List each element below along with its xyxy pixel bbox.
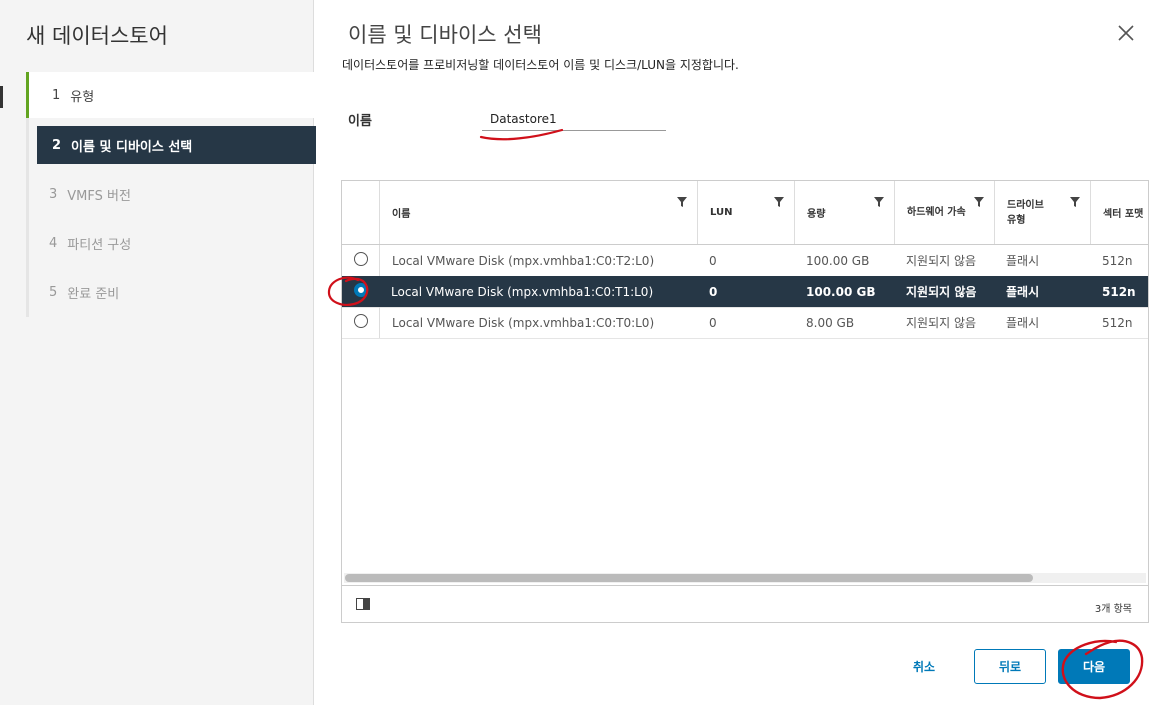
step-number: 4 <box>49 235 58 251</box>
page-description: 데이터스토어를 프로비저닝할 데이터스토어 이름 및 디스크/LUN을 지정합니… <box>342 58 739 72</box>
step-number: 1 <box>52 87 61 103</box>
step-label: 이름 및 디바이스 선택 <box>71 139 193 155</box>
step-label: 유형 <box>70 89 95 105</box>
cancel-button[interactable]: 취소 <box>889 649 959 684</box>
item-count: 3개 항목 <box>1094 604 1132 615</box>
horizontal-scrollbar[interactable] <box>344 573 1146 583</box>
cell-capacity: 100.00 GB <box>806 284 876 299</box>
column-label: 이름 <box>392 209 411 220</box>
window-edge-marker <box>0 86 3 108</box>
wizard-title: 새 데이터스토어 <box>26 24 168 48</box>
step-label: 완료 준비 <box>67 286 120 302</box>
column-capacity[interactable]: 용량 <box>794 181 894 244</box>
grid-footer: 3개 항목 <box>342 585 1148 624</box>
back-button[interactable]: 뒤로 <box>974 649 1046 684</box>
scrollbar-thumb[interactable] <box>345 574 1033 582</box>
device-grid: 이름 LUN 용량 하드웨어 가속 드라이브 유형 섹터 포맷 Local VM… <box>341 180 1149 623</box>
column-lun[interactable]: LUN <box>697 181 794 244</box>
step-vmfs-version: 3 VMFS 버전 <box>29 175 131 213</box>
step-number: 5 <box>49 284 58 300</box>
step-number: 3 <box>49 186 58 202</box>
cell-name: Local VMware Disk (mpx.vmhba1:C0:T0:L0) <box>379 307 697 338</box>
close-icon[interactable] <box>1115 22 1137 44</box>
row-radio-selected[interactable] <box>354 283 368 297</box>
step-label: 파티션 구성 <box>67 237 132 253</box>
step-number: 2 <box>52 137 62 153</box>
column-drive-type[interactable]: 드라이브 유형 <box>994 181 1090 244</box>
column-label: 드라이브 유형 <box>1007 199 1044 226</box>
name-label: 이름 <box>348 114 372 129</box>
cell-name: Local VMware Disk (mpx.vmhba1:C0:T2:L0) <box>379 245 697 276</box>
next-button[interactable]: 다음 <box>1058 649 1130 684</box>
page-title: 이름 및 디바이스 선택 <box>348 23 542 47</box>
filter-icon[interactable] <box>874 197 884 207</box>
table-row[interactable]: Local VMware Disk (mpx.vmhba1:C0:T2:L0) … <box>342 245 1148 277</box>
column-label: 섹터 포맷 <box>1103 209 1144 220</box>
cell-lun: 0 <box>709 253 717 268</box>
cell-hw-accel: 지원되지 않음 <box>906 316 977 330</box>
wizard-sidebar: 새 데이터스토어 1 유형 2 이름 및 디바이스 선택 3 VMFS 버전 4… <box>0 0 316 705</box>
cell-capacity: 100.00 GB <box>806 253 870 268</box>
column-sector-format[interactable]: 섹터 포맷 <box>1090 181 1150 244</box>
column-label: LUN <box>710 207 733 218</box>
table-row-selected[interactable]: Local VMware Disk (mpx.vmhba1:C0:T1:L0) … <box>342 276 1148 308</box>
cell-sector-format: 512n <box>1102 315 1133 330</box>
step-partition: 4 파티션 구성 <box>29 224 131 262</box>
column-name[interactable]: 이름 <box>379 181 697 244</box>
cell-drive-type: 플래시 <box>1006 285 1040 299</box>
row-radio[interactable] <box>354 252 368 266</box>
cell-drive-type: 플래시 <box>1006 316 1040 330</box>
cell-hw-accel: 지원되지 않음 <box>906 285 977 299</box>
filter-icon[interactable] <box>1070 197 1080 207</box>
step-type[interactable]: 1 유형 <box>26 72 316 118</box>
cell-sector-format: 512n <box>1102 284 1136 299</box>
column-label: 하드웨어 가속 <box>907 207 966 218</box>
step-ready: 5 완료 준비 <box>29 273 119 311</box>
grid-header: 이름 LUN 용량 하드웨어 가속 드라이브 유형 섹터 포맷 <box>342 181 1148 245</box>
filter-icon[interactable] <box>974 197 984 207</box>
table-row[interactable]: Local VMware Disk (mpx.vmhba1:C0:T0:L0) … <box>342 307 1148 339</box>
datastore-name-input[interactable] <box>482 108 666 131</box>
column-label: 용량 <box>807 209 826 220</box>
step-label: VMFS 버전 <box>67 188 131 204</box>
cell-sector-format: 512n <box>1102 253 1133 268</box>
wizard-steps: 1 유형 2 이름 및 디바이스 선택 3 VMFS 버전 4 파티션 구성 5… <box>26 72 316 317</box>
cell-capacity: 8.00 GB <box>806 315 855 330</box>
cell-lun: 0 <box>709 315 717 330</box>
row-radio[interactable] <box>354 314 368 328</box>
step-name-device[interactable]: 2 이름 및 디바이스 선택 <box>37 126 316 164</box>
wizard-content: 이름 및 디바이스 선택 데이터스토어를 프로비저닝할 데이터스토어 이름 및 … <box>314 0 1153 705</box>
column-toggle-icon[interactable] <box>356 598 370 610</box>
cell-name: Local VMware Disk (mpx.vmhba1:C0:T1:L0) <box>391 284 654 299</box>
filter-icon[interactable] <box>677 197 687 207</box>
cell-lun: 0 <box>709 284 718 299</box>
column-hw-accel[interactable]: 하드웨어 가속 <box>894 181 994 244</box>
cell-drive-type: 플래시 <box>1006 254 1040 268</box>
select-column-header <box>342 181 379 244</box>
filter-icon[interactable] <box>774 197 784 207</box>
cell-hw-accel: 지원되지 않음 <box>906 254 977 268</box>
